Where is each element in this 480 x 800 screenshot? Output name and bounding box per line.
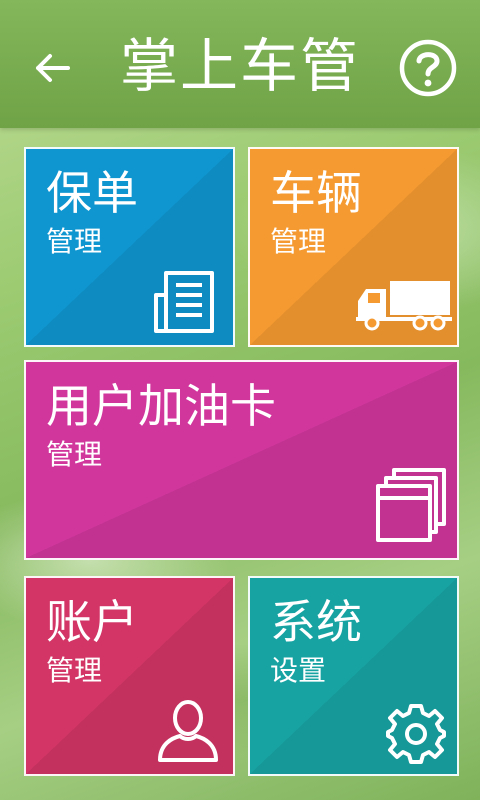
tile-title: 车辆 xyxy=(270,166,362,220)
question-circle-icon xyxy=(399,39,457,97)
tile-system-settings[interactable]: 系统 设置 xyxy=(248,576,459,776)
tile-fuel-card-management[interactable]: 用户加油卡 管理 xyxy=(24,360,459,560)
tile-title: 系统 xyxy=(270,595,362,649)
tile-title: 账户 xyxy=(46,595,138,649)
gear-icon xyxy=(386,704,446,764)
tile-account-management[interactable]: 账户 管理 xyxy=(24,576,235,776)
tile-subtitle: 设置 xyxy=(270,654,327,687)
tile-subtitle: 管理 xyxy=(46,654,103,687)
truck-icon xyxy=(356,281,452,331)
tile-title: 保单 xyxy=(46,166,138,220)
help-button[interactable] xyxy=(398,38,458,98)
tile-subtitle: 管理 xyxy=(270,225,327,258)
tile-title: 用户加油卡 xyxy=(46,379,276,433)
tile-subtitle: 管理 xyxy=(46,225,103,258)
tile-subtitle: 管理 xyxy=(46,438,103,471)
tile-vehicle-management[interactable]: 车辆 管理 xyxy=(248,147,459,347)
user-icon xyxy=(158,700,218,762)
card-stack-icon xyxy=(376,468,446,542)
app-header: 掌上车管 xyxy=(0,0,480,128)
tile-policy-management[interactable]: 保单 管理 xyxy=(24,147,235,347)
document-icon xyxy=(154,271,214,333)
